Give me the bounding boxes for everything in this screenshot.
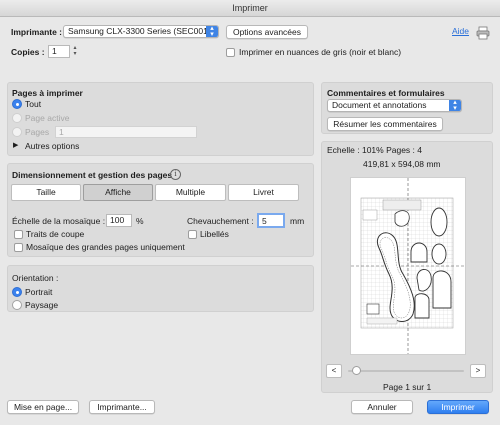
more-options-label[interactable]: Autres options (25, 141, 79, 151)
segment-booklet[interactable]: Livret (228, 184, 299, 201)
printer-button[interactable]: Imprimante... (89, 400, 155, 414)
printer-button-label: Imprimante... (97, 402, 147, 412)
comments-select-value: Document et annotations (332, 100, 427, 110)
cut-marks-checkbox[interactable] (14, 230, 23, 239)
advanced-options-label: Options avancées (232, 27, 302, 37)
printer-icon (476, 26, 490, 40)
page-counter: Page 1 sur 1 (383, 382, 432, 392)
printer-label: Imprimante : (11, 27, 63, 37)
landscape-label: Paysage (25, 300, 59, 310)
segment-size-label: Taille (36, 187, 56, 197)
overlap-label: Chevauchement : (187, 216, 254, 226)
advanced-options-button[interactable]: Options avancées (226, 25, 308, 39)
copies-input[interactable]: 1 (48, 45, 70, 58)
segment-multiple[interactable]: Multiple (155, 184, 226, 201)
comments-title: Commentaires et formulaires (327, 88, 445, 98)
portrait-radio[interactable] (12, 287, 22, 297)
segment-multiple-label: Multiple (175, 187, 206, 197)
landscape-radio[interactable] (12, 300, 22, 310)
large-pages-label: Mosaïque des grandes pages uniquement (26, 242, 185, 252)
grayscale-checkbox[interactable] (226, 48, 235, 57)
preview-scale-text: Echelle : 101% Pages : 4 (327, 145, 422, 155)
tile-scale-value: 100 (110, 215, 125, 225)
segment-booklet-label: Livret (253, 187, 274, 197)
print-button[interactable]: Imprimer (427, 400, 489, 414)
window-title: Imprimer (232, 3, 268, 13)
overlap-input[interactable]: 5 (257, 213, 285, 228)
page-slider-track[interactable] (348, 370, 464, 372)
active-page-radio[interactable] (12, 113, 22, 123)
page-setup-label: Mise en page... (13, 402, 73, 412)
labels-label: Libellés (200, 229, 229, 239)
disclosure-triangle-icon[interactable]: ▶ (13, 141, 18, 149)
orientation-title: Orientation : (12, 273, 59, 283)
summarize-comments-button[interactable]: Résumer les commentaires (327, 117, 443, 131)
all-pages-label: Tout (25, 99, 42, 109)
grayscale-label: Imprimer en nuances de gris (noir et bla… (239, 47, 402, 57)
copies-label: Copies : (11, 47, 45, 57)
copies-stepper[interactable]: ▴ ▾ (71, 45, 79, 58)
printer-select[interactable]: Samsung CLX-3300 Series (SEC001... ▴ ▾ (63, 25, 219, 38)
cancel-label: Annuler (367, 402, 397, 412)
page-range-value: 1 (59, 127, 64, 137)
cut-marks-label: Traits de coupe (26, 229, 85, 239)
sizing-title: Dimensionnement et gestion des pages (12, 170, 173, 180)
info-icon[interactable]: i (170, 169, 181, 180)
page-range-input[interactable]: 1 (55, 126, 197, 138)
page-range-label: Pages (25, 127, 50, 137)
cancel-button[interactable]: Annuler (351, 400, 413, 414)
tile-scale-label: Échelle de la mosaïque : (12, 216, 106, 226)
window-titlebar: Imprimer (0, 0, 500, 17)
tile-scale-unit: % (136, 216, 144, 226)
chevron-right-icon[interactable]: > (470, 364, 486, 378)
overlap-unit: mm (290, 216, 305, 226)
popup-arrows-icon: ▴ ▾ (449, 100, 461, 111)
preview-document-image (351, 178, 465, 354)
preview-dimensions: 419,81 x 594,08 mm (363, 159, 441, 169)
comments-select[interactable]: Document et annotations ▴ ▾ (327, 99, 462, 112)
chevron-left-icon[interactable]: < (326, 364, 342, 378)
page-setup-button[interactable]: Mise en page... (7, 400, 79, 414)
summarize-comments-label: Résumer les commentaires (333, 119, 437, 129)
tile-scale-input[interactable]: 100 (106, 214, 132, 227)
overlap-value: 5 (262, 216, 267, 226)
popup-arrows-icon: ▴ ▾ (206, 26, 218, 37)
portrait-label: Portrait (25, 287, 53, 297)
preview-page (350, 177, 466, 355)
all-pages-radio[interactable] (12, 99, 22, 109)
help-link[interactable]: Aide (452, 26, 469, 36)
segment-poster[interactable]: Affiche (83, 184, 153, 201)
print-label: Imprimer (441, 402, 475, 412)
active-page-label: Page active (25, 113, 70, 123)
segment-poster-label: Affiche (105, 187, 131, 197)
large-pages-checkbox[interactable] (14, 243, 23, 252)
segment-size[interactable]: Taille (11, 184, 81, 201)
page-slider-thumb[interactable] (352, 366, 361, 375)
pages-title: Pages à imprimer (12, 88, 83, 98)
page-range-radio[interactable] (12, 127, 22, 137)
labels-checkbox[interactable] (188, 230, 197, 239)
printer-value: Samsung CLX-3300 Series (SEC001... (68, 26, 215, 36)
copies-value: 1 (52, 46, 57, 56)
